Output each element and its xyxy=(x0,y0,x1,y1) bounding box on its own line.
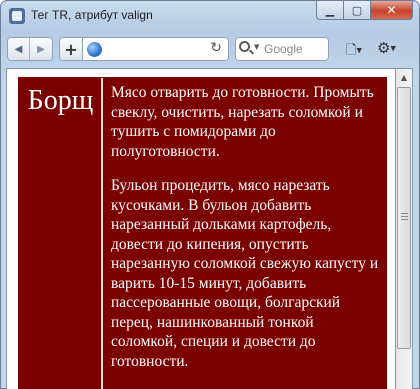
gear-icon: ⚙ xyxy=(377,39,391,57)
paragraph-1: Мясо отварить до готовности. Промыть све… xyxy=(111,84,374,160)
minimize-icon: ▁ xyxy=(325,3,335,17)
globe-icon xyxy=(87,42,102,57)
vertical-scrollbar[interactable]: ▲ xyxy=(396,68,413,389)
maximize-icon: ▢ xyxy=(351,3,363,17)
search-engine-selector[interactable]: ▼ xyxy=(239,41,259,52)
tools-menu-button[interactable]: ⚙▼ xyxy=(377,39,396,57)
app-icon xyxy=(9,8,25,24)
search-icon xyxy=(239,41,250,52)
window-controls: ▁ ▢ ✕ xyxy=(316,1,413,21)
add-bookmark-button[interactable]: + xyxy=(59,37,83,61)
maximize-button[interactable]: ▢ xyxy=(343,1,370,20)
description-cell: Мясо отварить до готовности. Промыть све… xyxy=(106,78,386,389)
recipe-table-row: Борщ Мясо отварить до готовности. Промыт… xyxy=(18,77,387,389)
chevron-down-icon: ▼ xyxy=(356,46,362,55)
back-button[interactable]: ◀ xyxy=(8,38,30,60)
forward-button[interactable]: ▶ xyxy=(30,38,52,60)
chevron-down-icon: ▼ xyxy=(254,42,260,51)
paragraph-2: Бульон процедить, мясо нарезать кусочкам… xyxy=(111,177,379,370)
window-title: Тег TR, атрибут valign xyxy=(31,8,153,22)
address-bar[interactable]: ↻ xyxy=(83,37,229,61)
reload-icon[interactable]: ↻ xyxy=(210,40,222,56)
scroll-up-arrow-icon[interactable]: ▲ xyxy=(396,69,412,86)
minimize-button[interactable]: ▁ xyxy=(316,1,343,20)
back-arrow-icon: ◀ xyxy=(14,43,23,55)
recipe-title: Борщ xyxy=(27,85,94,116)
browser-toolbar: ◀ ▶ + ↻ ▼ Google 🗋▼ ⚙▼ xyxy=(7,35,415,65)
grip-icon xyxy=(401,213,408,220)
search-placeholder: Google xyxy=(264,42,303,56)
title-cell: Борщ xyxy=(20,78,103,389)
plus-icon: + xyxy=(64,39,78,59)
page-viewport[interactable]: Борщ Мясо отварить до готовности. Промыт… xyxy=(6,68,396,389)
close-button[interactable]: ✕ xyxy=(370,1,413,20)
title-bar[interactable]: Тег TR, атрибут valign ▁ ▢ ✕ xyxy=(1,1,419,31)
chevron-down-icon: ▼ xyxy=(390,44,396,53)
search-box[interactable]: ▼ Google xyxy=(235,37,329,61)
nav-buttons: ◀ ▶ xyxy=(7,37,53,61)
scrollbar-thumb[interactable] xyxy=(397,87,411,349)
page-icon: 🗋 xyxy=(346,43,357,58)
close-icon: ✕ xyxy=(386,3,397,17)
forward-arrow-icon: ▶ xyxy=(37,43,45,55)
page-menu-button[interactable]: 🗋▼ xyxy=(346,41,362,63)
